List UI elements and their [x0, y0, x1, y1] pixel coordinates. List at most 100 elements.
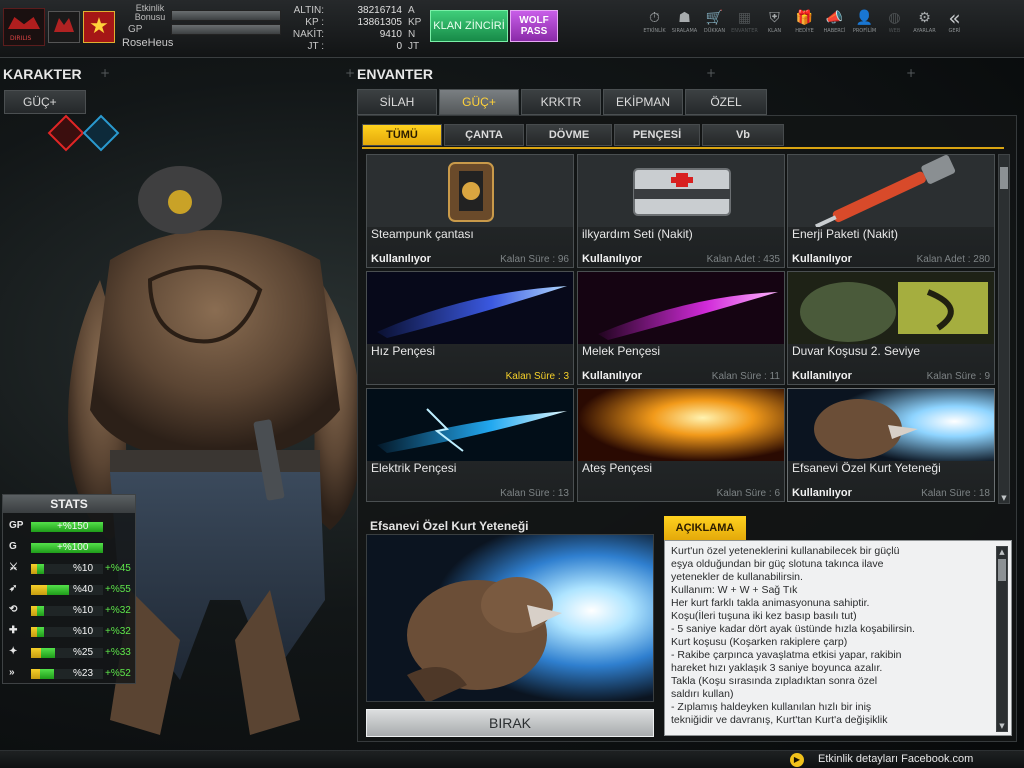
- inventory-item[interactable]: Ateş Pençesi Kalan Süre : 6: [577, 388, 785, 502]
- item-remaining: Kalan Süre : 13: [500, 488, 569, 499]
- stat-icon: ⚔: [9, 562, 18, 573]
- item-remaining: Kalan Süre : 6: [716, 488, 780, 499]
- inventory-main-tabs: SİLAH GÜÇ+ KRKTR EKİPMAN ÖZEL: [357, 89, 769, 115]
- tab-ozel[interactable]: ÖZEL: [685, 89, 767, 115]
- inventory-item[interactable]: Efsanevi Özel Kurt Yeteneği Kullanılıyor K…: [787, 388, 995, 502]
- currency-row-nakit: NAKİT: 9410 N: [292, 29, 416, 40]
- scroll-down-icon[interactable]: ▼: [997, 721, 1007, 731]
- stat-bar-green: [47, 585, 69, 595]
- currency-row-altin: ALTIN: 38216714 A: [293, 5, 415, 16]
- subtab-tumu[interactable]: TÜMÜ: [362, 124, 442, 146]
- item-remaining: Kalan Süre : 9: [926, 371, 990, 382]
- envanter-title: ENVANTER: [357, 66, 433, 82]
- game-screen: DIRILIS ★ Etkinlik Bonusu GP RoseHeus AL…: [0, 0, 1024, 768]
- nav-dukkan[interactable]: 🛒 DÜKKAN: [700, 8, 729, 48]
- event-bonus-bar: [171, 10, 281, 21]
- inventory-item[interactable]: Melek Pençesi Kullanılıyor Kalan Süre : 11: [577, 271, 785, 385]
- wolf-blast-icon: [788, 389, 994, 461]
- footer-event-text[interactable]: Etkinlik detayları Facebook.com: [818, 753, 973, 765]
- wolf-pass-button[interactable]: WOLF PASS: [510, 10, 558, 42]
- description-tab[interactable]: AÇIKLAMA: [664, 516, 746, 540]
- scroll-thumb[interactable]: [1000, 167, 1008, 189]
- stat-bar-green: [37, 627, 44, 637]
- item-remaining: Kalan Adet : 280: [916, 254, 990, 265]
- plus-decor: +: [906, 66, 917, 80]
- nav-haberci[interactable]: 📣 HABERCİ: [820, 8, 849, 48]
- nav-envanter[interactable]: ▦ ENVANTER: [730, 8, 759, 48]
- stat-bar-green: [41, 648, 55, 658]
- nav-etkinlik[interactable]: ⏱ ETKİNLİK: [640, 8, 669, 48]
- inventory-item[interactable]: ilkyardım Seti (Nakit) Kullanılıyor Kalan …: [577, 154, 785, 268]
- description-scrollbar[interactable]: ▲ ▼: [996, 546, 1008, 732]
- stats-title: STATS: [3, 495, 135, 513]
- item-name: Ateş Pençesi: [582, 461, 653, 475]
- clan-emblem-icon[interactable]: [48, 11, 80, 43]
- plus-decor: +: [345, 66, 356, 80]
- clan-chain-button[interactable]: KLAN ZİNCİRİ: [430, 10, 508, 42]
- scroll-up-icon[interactable]: ▲: [997, 547, 1007, 557]
- guc-plus-button[interactable]: GÜÇ+: [4, 90, 86, 114]
- description-line: hareket hızı yaklaşık 3 saniye boyunca a…: [671, 662, 883, 674]
- pink-claw-icon: [578, 272, 784, 344]
- item-name: Duvar Koşusu 2. Seviye: [792, 344, 921, 358]
- stat-icon: ✦: [9, 646, 18, 657]
- item-remaining: Kalan Süre : 3: [505, 371, 569, 382]
- selected-item-image: [366, 534, 654, 702]
- item-remaining: Kalan Süre : 11: [711, 371, 780, 382]
- subtab-pencesi[interactable]: PENÇESİ: [614, 124, 700, 146]
- nav-klan[interactable]: ⛨ KLAN: [760, 8, 789, 48]
- currency-row-jt: JT :0 JT: [307, 41, 420, 52]
- tab-krktr[interactable]: KRKTR: [521, 89, 601, 115]
- stat-bar-yellow: [31, 585, 47, 595]
- plus-decor: +: [706, 66, 717, 80]
- scroll-down-icon[interactable]: ▼: [999, 493, 1009, 503]
- stat-row: G +%100: [7, 540, 135, 556]
- top-bar: DIRILIS ★ Etkinlik Bonusu GP RoseHeus AL…: [0, 0, 1024, 58]
- drop-button[interactable]: BIRAK: [366, 709, 654, 737]
- stat-value: +%150: [57, 521, 89, 532]
- stat-row: ➶ %40 +%55: [7, 582, 135, 598]
- subtab-vb[interactable]: Vb: [702, 124, 784, 146]
- blue-skill-icon[interactable]: [82, 114, 120, 152]
- back-chevron-icon: «: [948, 6, 961, 30]
- stat-value: %23: [73, 668, 94, 679]
- inventory-grid: Steampunk çantası Kullanılıyor Kalan Süre …: [366, 154, 996, 504]
- inventory-scrollbar[interactable]: ▼: [998, 154, 1010, 504]
- description-line: - Zıplamış haldeyken kullanılan hızlı bi…: [671, 701, 872, 713]
- stat-row: » %23 +%52: [7, 666, 135, 682]
- stat-icon: G: [9, 541, 17, 552]
- stat-value: %25: [73, 647, 94, 658]
- tab-ekipman[interactable]: EKİPMAN: [603, 89, 683, 115]
- item-status: Kullanılıyor: [792, 370, 852, 382]
- description-line: Kullanım: W + W + Sağ Tık: [671, 584, 798, 596]
- nav-hediye[interactable]: 🎁 HEDİYE: [790, 8, 819, 48]
- nav-geri[interactable]: «GERİ: [940, 8, 969, 48]
- scroll-thumb[interactable]: [998, 559, 1006, 581]
- electric-claw-icon: [367, 389, 573, 461]
- stat-row: ⚔ %10 +%45: [7, 561, 135, 577]
- play-icon[interactable]: ▶: [790, 753, 804, 767]
- item-status: Kullanılıyor: [792, 253, 852, 265]
- globe-icon: ◍: [888, 10, 901, 26]
- description-line: tekniğidir ve davranış, Kurt'tan Kurt'a …: [671, 714, 888, 726]
- stat-value: %10: [73, 563, 94, 574]
- item-name: Hız Pençesi: [371, 344, 436, 358]
- inventory-item[interactable]: Enerji Paketi (Nakit) Kullanılıyor Kalan A…: [787, 154, 995, 268]
- nav-profilim[interactable]: 👤 PROFİLİM: [850, 8, 879, 48]
- inventory-item[interactable]: Hız Pençesi Kalan Süre : 3: [366, 271, 574, 385]
- item-name: Elektrik Pençesi: [371, 461, 457, 475]
- tab-silah[interactable]: SİLAH: [357, 89, 437, 115]
- inventory-item[interactable]: Elektrik Pençesi Kalan Süre : 13: [366, 388, 574, 502]
- subtab-canta[interactable]: ÇANTA: [444, 124, 524, 146]
- description-line: eşya olduğundan bir güç slotuna takınca …: [671, 558, 884, 570]
- red-skill-icon[interactable]: [47, 114, 85, 152]
- nav-siralama[interactable]: ☗ SIRALAMA: [670, 8, 699, 48]
- item-status: Kullanılıyor: [792, 487, 852, 499]
- stat-bonus: +%32: [105, 605, 131, 616]
- subtab-dovme[interactable]: DÖVME: [526, 124, 612, 146]
- inventory-item[interactable]: Steampunk çantası Kullanılıyor Kalan Süre …: [366, 154, 574, 268]
- tab-guc-plus[interactable]: GÜÇ+: [439, 89, 519, 115]
- nav-ayarlar[interactable]: ⚙ AYARLAR: [910, 8, 939, 48]
- nav-web[interactable]: ◍ WEB: [880, 8, 909, 48]
- inventory-item[interactable]: Duvar Koşusu 2. Seviye Kullanılıyor Kalan …: [787, 271, 995, 385]
